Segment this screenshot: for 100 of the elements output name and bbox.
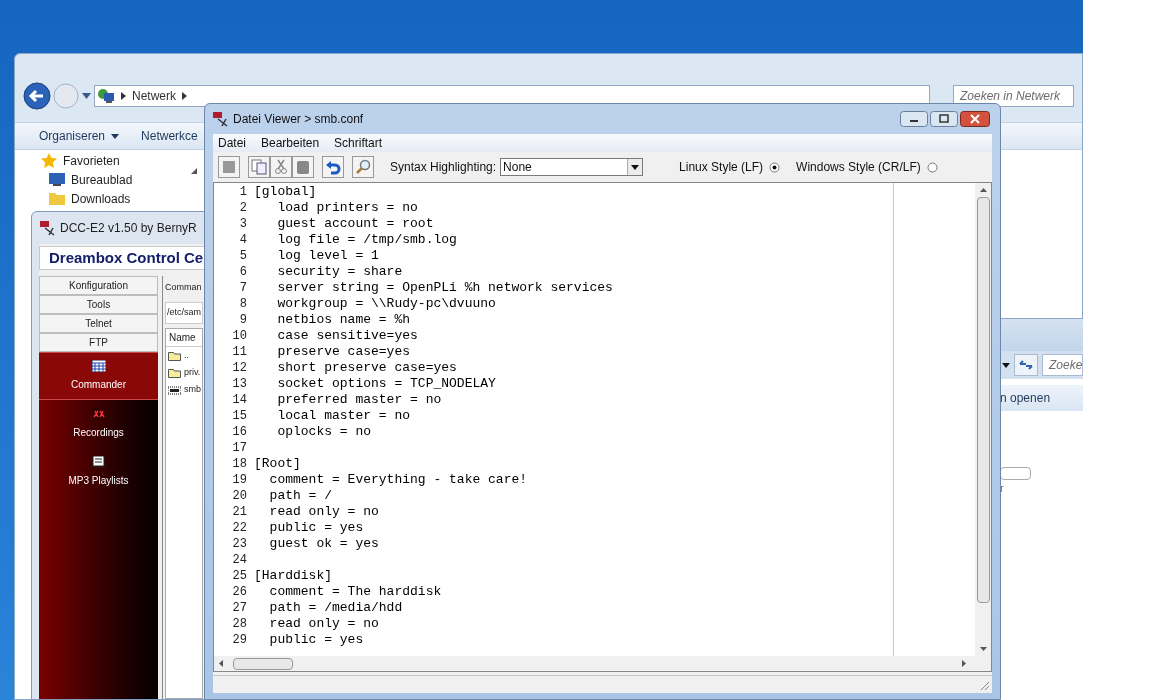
scroll-thumb[interactable] — [976, 197, 990, 603]
refresh-icon — [1019, 359, 1033, 371]
search-icon — [355, 159, 371, 175]
toolbar-button[interactable]: Organiseren — [39, 127, 120, 145]
line-number: 10 — [232, 328, 247, 344]
menu-tab[interactable]: FTP — [39, 333, 158, 352]
line-style-radio[interactable]: Windows Style (CR/LF) — [796, 158, 938, 176]
group-icon — [41, 153, 57, 168]
close-icon[interactable] — [960, 111, 990, 127]
line-number: 14 — [232, 392, 247, 408]
app-header: Dreambox Control Ce — [49, 247, 204, 268]
code-line: netbios name = %h — [276, 312, 411, 328]
file-name[interactable]: priv. — [184, 365, 201, 380]
chevron-icon — [182, 92, 187, 100]
code-line: [Harddisk] — [253, 568, 332, 584]
code-line: load printers = no — [276, 200, 418, 216]
caret-icon — [1002, 362, 1010, 368]
code-line: short preserve case=yes — [276, 360, 457, 376]
folder-icon — [49, 191, 65, 206]
chevron-icon — [121, 92, 126, 100]
menu-item[interactable]: Bearbeiten — [261, 134, 320, 152]
column-header[interactable]: Name — [166, 329, 202, 347]
code-line: path = /media/hdd — [268, 600, 403, 616]
menu-tab[interactable]: Tools — [39, 295, 158, 314]
copy-button[interactable] — [248, 156, 270, 178]
code-line: read only = no — [268, 616, 379, 632]
code-line: server string = OpenPLi %h network services — [276, 280, 613, 296]
file-name[interactable]: .. — [184, 348, 189, 363]
line-number: 26 — [232, 584, 247, 600]
maximize-icon[interactable] — [930, 111, 958, 127]
resize-grip-icon — [980, 681, 990, 691]
code-line: local master = no — [276, 408, 411, 424]
undo-icon — [325, 159, 341, 175]
vertical-scrollbar[interactable] — [975, 183, 991, 656]
file-name[interactable]: smb — [184, 382, 201, 397]
undo-button[interactable] — [322, 156, 344, 178]
line-number: 11 — [232, 344, 247, 360]
section-item[interactable]: Commander — [39, 352, 158, 400]
stop-button[interactable] — [218, 156, 240, 178]
line-style-radio[interactable]: Linux Style (LF) — [679, 158, 781, 176]
scroll-thumb[interactable] — [233, 657, 293, 670]
code-line: [Root] — [253, 456, 301, 472]
path-field[interactable]: /etc/sam — [165, 302, 203, 324]
music-icon — [91, 456, 106, 468]
caret-icon — [631, 164, 640, 170]
code-line: comment = The harddisk — [268, 584, 442, 600]
caret-icon[interactable] — [82, 93, 91, 99]
line-number: 8 — [239, 296, 247, 312]
line-number: 18 — [232, 456, 247, 472]
code-line: security = share — [276, 264, 403, 280]
line-number: 23 — [232, 536, 247, 552]
line-number: 22 — [232, 520, 247, 536]
nav-item[interactable]: Favorieten — [63, 151, 120, 170]
menu-tab[interactable]: Telnet — [39, 314, 158, 333]
paste-button[interactable] — [292, 156, 314, 178]
code-line: preserve case=yes — [276, 344, 411, 360]
label-text: r — [1000, 481, 1004, 496]
search-field[interactable]: Zoeke — [1042, 354, 1083, 376]
refresh-button[interactable] — [1014, 354, 1038, 376]
code-line: read only = no — [268, 504, 379, 520]
toolbar-button[interactable]: n openen — [1000, 389, 1051, 407]
folder-icon — [168, 367, 181, 378]
search-button[interactable] — [352, 156, 374, 178]
line-number: 17 — [232, 440, 247, 456]
minimize-icon[interactable] — [900, 111, 928, 127]
toolbar-button[interactable]: Netwerkce — [141, 127, 198, 145]
menu-item[interactable]: Schriftart — [334, 134, 383, 152]
arrow-left-icon — [219, 660, 223, 667]
code-line: socket options = TCP_NODELAY — [276, 376, 496, 392]
section-item[interactable]: Recordings — [39, 400, 158, 448]
section-item[interactable]: MP3 Playlists — [39, 448, 158, 496]
line-number: 9 — [239, 312, 247, 328]
desktop-icon — [49, 172, 65, 187]
line-number: 19 — [232, 472, 247, 488]
folder-icon — [168, 350, 181, 361]
code-line: guest account = root — [276, 216, 434, 232]
search-field[interactable]: Zoeken in Netwerk — [953, 85, 1074, 107]
syntax-dropdown[interactable]: None — [500, 158, 644, 176]
horizontal-scrollbar[interactable] — [214, 656, 991, 671]
nav-item[interactable]: Bureaublad — [71, 170, 133, 189]
grid-icon — [91, 360, 106, 372]
cut-button[interactable] — [270, 156, 292, 178]
code-line: oplocks = no — [276, 424, 372, 440]
line-number: 16 — [232, 424, 247, 440]
line-number: 25 — [232, 568, 247, 584]
nav-item[interactable]: Downloads — [71, 189, 131, 208]
collapse-icon — [191, 168, 197, 174]
text-editor[interactable] — [213, 182, 992, 672]
line-number: 1 — [239, 184, 247, 200]
menu-item[interactable]: Datei — [218, 134, 246, 152]
window-title: DCC-E2 v1.50 by BernyR — [60, 220, 197, 237]
menu-tab[interactable]: Konfiguration — [39, 276, 158, 295]
line-number: 4 — [239, 232, 247, 248]
back-icon[interactable] — [23, 82, 51, 110]
arrow-up-icon — [979, 188, 987, 192]
paste-icon — [295, 159, 311, 175]
code-line: public = yes — [268, 520, 364, 536]
arrow-right-icon — [962, 660, 966, 667]
breadcrumb-item[interactable]: Netwerk — [132, 87, 176, 105]
line-number: 28 — [232, 616, 247, 632]
